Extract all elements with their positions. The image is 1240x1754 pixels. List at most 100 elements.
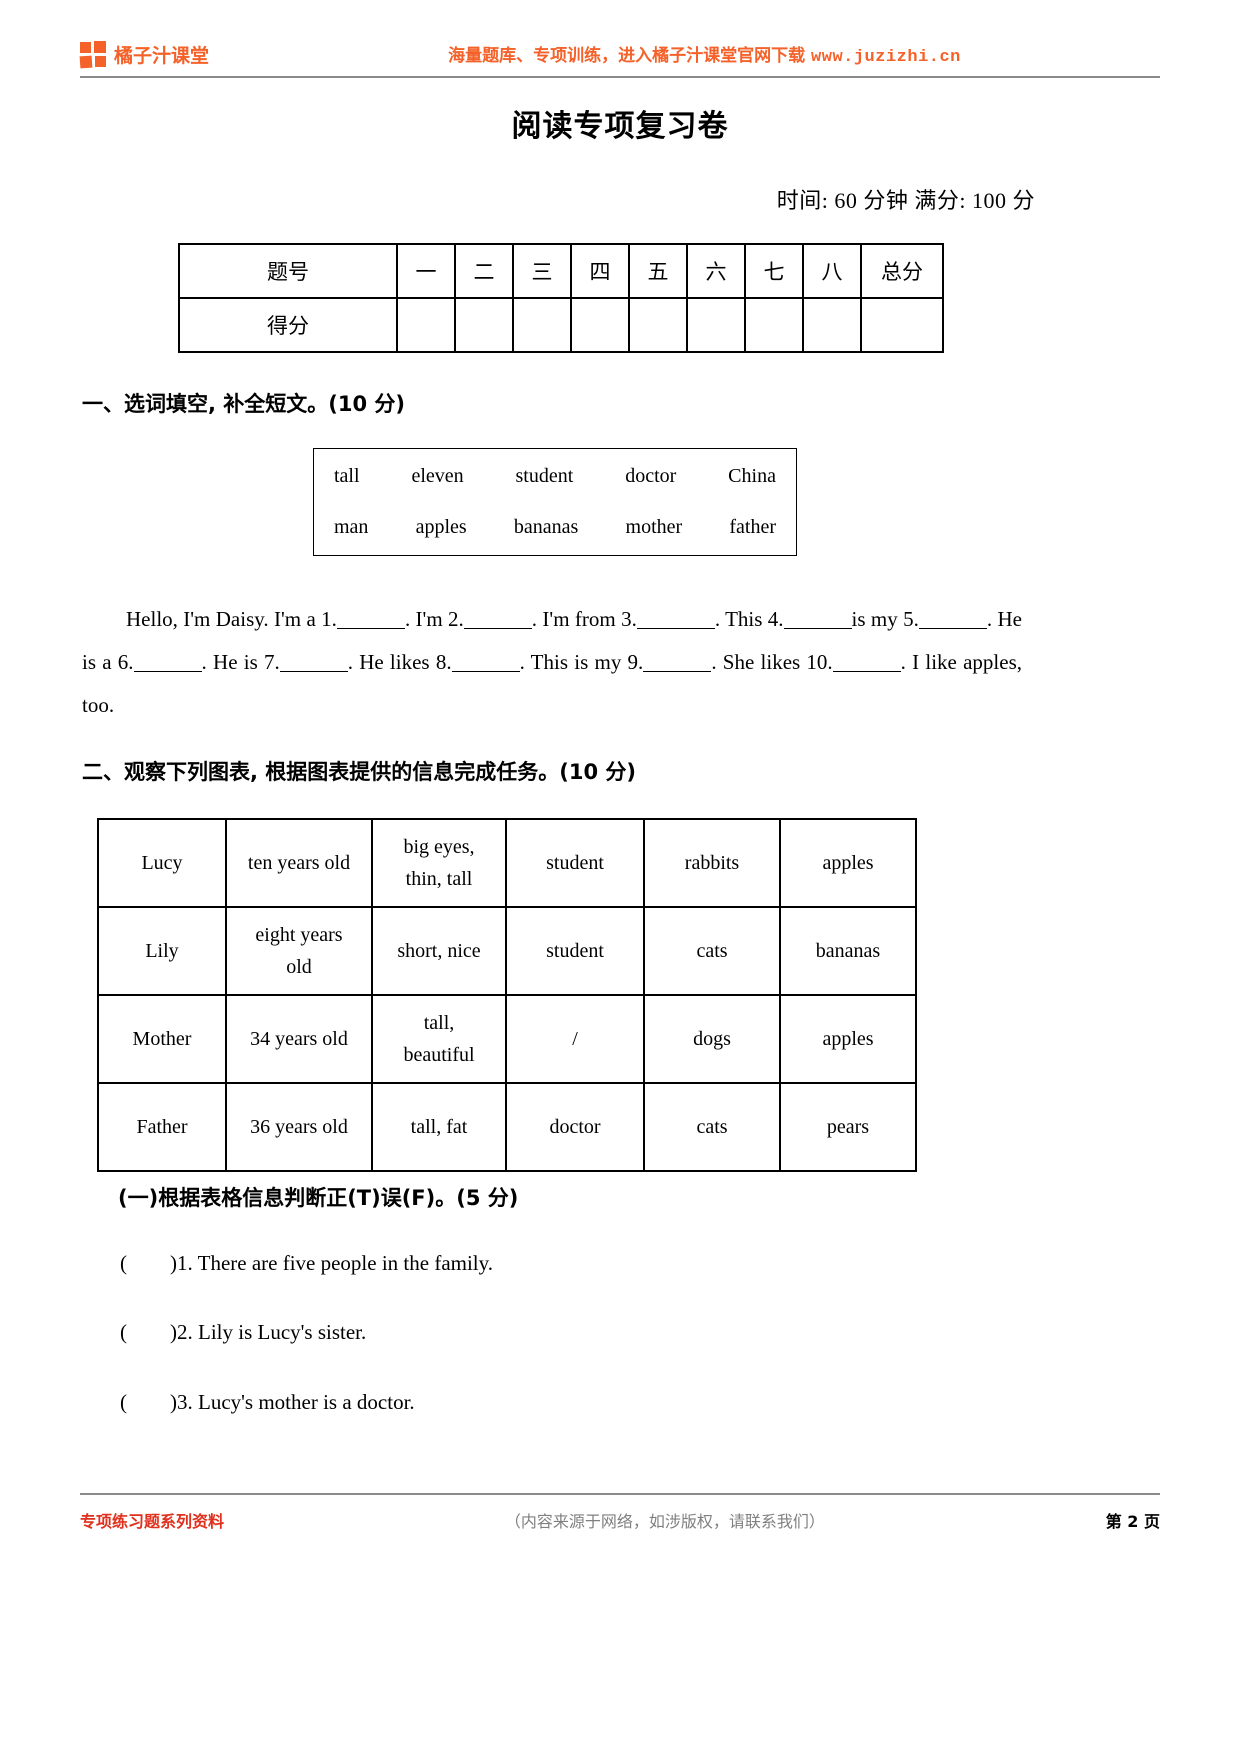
cell-job: / <box>505 994 645 1084</box>
word-item: China <box>728 465 776 487</box>
cell-pets: cats <box>643 1082 781 1172</box>
answer-blank-4[interactable] <box>783 609 852 629</box>
word-item: man <box>334 516 369 538</box>
word-bank-row-2: man apples bananas mother father <box>332 516 778 539</box>
cell-age: ten years old <box>225 818 373 908</box>
score-table-label-header: 题号 <box>178 243 398 299</box>
score-cell-7[interactable] <box>744 297 804 353</box>
table-row: Lucy ten years old big eyes, thin, tall … <box>97 818 917 908</box>
cell-appearance: tall, beautiful <box>371 994 507 1084</box>
answer-blank-10[interactable] <box>832 652 901 672</box>
word-item: mother <box>625 516 683 538</box>
table-row: 题号 一 二 三 四 五 六 七 八 总分 <box>178 243 944 299</box>
answer-blank-7[interactable] <box>279 652 348 672</box>
cell-fruit: pears <box>779 1082 917 1172</box>
score-col-1: 一 <box>396 243 456 299</box>
cell-job: student <box>505 906 645 996</box>
score-table-label-score: 得分 <box>178 297 398 353</box>
header-slogan-text: 海量题库、专项训练，进入橘子汁课堂官网下载 <box>448 46 806 66</box>
answer-blank-2[interactable] <box>463 609 532 629</box>
word-bank-row-1: tall eleven student doctor China <box>332 465 778 488</box>
section-2-heading: 二、观察下列图表, 根据图表提供的信息完成任务。(10 分) <box>82 760 637 784</box>
score-col-3: 三 <box>512 243 572 299</box>
score-cell-8[interactable] <box>802 297 862 353</box>
score-cell-3[interactable] <box>512 297 572 353</box>
cell-fruit: apples <box>779 818 917 908</box>
cell-age: 36 years old <box>225 1082 373 1172</box>
paren-open: ( <box>120 1320 127 1344</box>
header-divider <box>80 76 1160 78</box>
brand: 橘子汁课堂 <box>79 40 210 68</box>
word-item: doctor <box>625 465 677 487</box>
cell-pets: rabbits <box>643 818 781 908</box>
score-col-total: 总分 <box>860 243 944 299</box>
score-cell-total[interactable] <box>860 297 944 353</box>
cloze-text: . I'm from 3. <box>531 607 637 631</box>
answer-blank-5[interactable] <box>918 609 987 629</box>
document-page: 橘子汁课堂 海量题库、专项训练，进入橘子汁课堂官网下载 www.juzizhi.… <box>0 0 1240 1754</box>
exam-meta: 时间: 60 分钟 满分: 100 分 <box>776 188 1035 213</box>
section-2-sub-heading: (一)根据表格信息判断正(T)误(F)。(5 分) <box>118 1186 519 1210</box>
cell-name: Father <box>97 1082 227 1172</box>
page-title: 阅读专项复习卷 <box>511 109 729 144</box>
score-col-6: 六 <box>686 243 746 299</box>
cell-name: Lucy <box>97 818 227 908</box>
footer-divider <box>80 1493 1160 1495</box>
table-row: Lily eight years old short, nice student… <box>97 906 917 996</box>
cloze-text: is my 5. <box>851 607 919 631</box>
word-item: apples <box>415 516 467 538</box>
table-row: Father 36 years old tall, fat doctor cat… <box>97 1082 917 1172</box>
word-item: tall <box>334 465 360 487</box>
score-col-7: 七 <box>744 243 804 299</box>
brand-name: 橘子汁课堂 <box>114 44 210 67</box>
page-footer: 专项练习题系列资料 （内容来源于网络，如涉版权，请联系我们） 第 2 页 <box>80 1508 1160 1532</box>
answer-blank-8[interactable] <box>451 652 520 672</box>
answer-blank-1[interactable] <box>336 609 405 629</box>
footer-series-label: 专项练习题系列资料 <box>80 1512 225 1531</box>
cell-name: Lily <box>97 906 227 996</box>
word-item: eleven <box>411 465 464 487</box>
cell-job: doctor <box>505 1082 645 1172</box>
score-cell-1[interactable] <box>396 297 456 353</box>
score-cell-5[interactable] <box>628 297 688 353</box>
cell-name: Mother <box>97 994 227 1084</box>
header-slogan: 海量题库、专项训练，进入橘子汁课堂官网下载 www.juzizhi.cn <box>209 41 1160 67</box>
answer-blank-6[interactable] <box>133 652 202 672</box>
score-cell-2[interactable] <box>454 297 514 353</box>
true-false-item-2: ( )2. Lily is Lucy's sister. <box>120 1320 366 1345</box>
cell-appearance: big eyes, thin, tall <box>371 818 507 908</box>
header-url[interactable]: www.juzizhi.cn <box>811 48 961 67</box>
cloze-passage: Hello, I'm Daisy. I'm a 1. . I'm 2. . I'm … <box>82 598 1022 727</box>
cell-job: student <box>505 818 645 908</box>
four-square-grid-icon <box>79 40 107 68</box>
cell-age: eight years old <box>225 906 373 996</box>
paren-open: ( <box>120 1251 127 1275</box>
tf-item-text: )3. Lucy's mother is a doctor. <box>170 1390 415 1414</box>
word-item: bananas <box>513 516 579 538</box>
true-false-item-3: ()3. Lucy's mother is a doctor. <box>120 1390 415 1415</box>
answer-blank-3[interactable] <box>636 609 715 629</box>
cell-fruit: apples <box>779 994 917 1084</box>
cell-appearance: tall, fat <box>371 1082 507 1172</box>
cloze-text: . She likes 10. <box>711 650 833 674</box>
cloze-text: . He likes 8. <box>347 650 452 674</box>
footer-page-number: 第 2 页 <box>1105 1512 1160 1531</box>
word-item: father <box>729 516 776 538</box>
score-table: 题号 一 二 三 四 五 六 七 八 总分 得分 <box>178 243 944 353</box>
cell-appearance: short, nice <box>371 906 507 996</box>
cell-fruit: bananas <box>779 906 917 996</box>
answer-blank-9[interactable] <box>643 652 712 672</box>
section-1-heading: 一、选词填空, 补全短文。(10 分) <box>82 392 406 416</box>
tf-item-text: )1. There are five people in the family. <box>170 1251 494 1275</box>
word-item: student <box>515 465 574 487</box>
score-col-5: 五 <box>628 243 688 299</box>
tf-item-text: )2. Lily is Lucy's sister. <box>170 1320 367 1344</box>
family-info-table: Lucy ten years old big eyes, thin, tall … <box>97 818 917 1172</box>
score-cell-6[interactable] <box>686 297 746 353</box>
score-cell-4[interactable] <box>570 297 630 353</box>
cell-pets: cats <box>643 906 781 996</box>
true-false-item-1: ( )1. There are five people in the family… <box>120 1251 493 1276</box>
score-col-8: 八 <box>802 243 862 299</box>
cloze-text: . He is 7. <box>201 650 280 674</box>
cloze-text: . This is my 9. <box>519 650 644 674</box>
